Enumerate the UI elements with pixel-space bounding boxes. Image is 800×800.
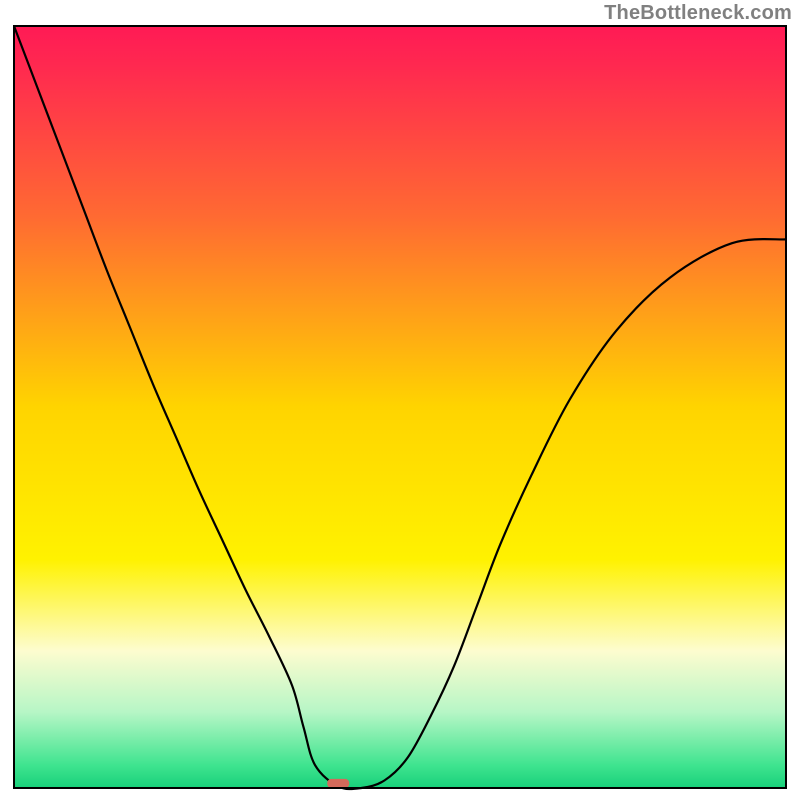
attribution-label: TheBottleneck.com [604,2,792,25]
chart-container: TheBottleneck.com [0,0,800,800]
bottleneck-chart [0,0,800,800]
plot-background [14,26,786,788]
min-marker-icon [327,779,349,788]
